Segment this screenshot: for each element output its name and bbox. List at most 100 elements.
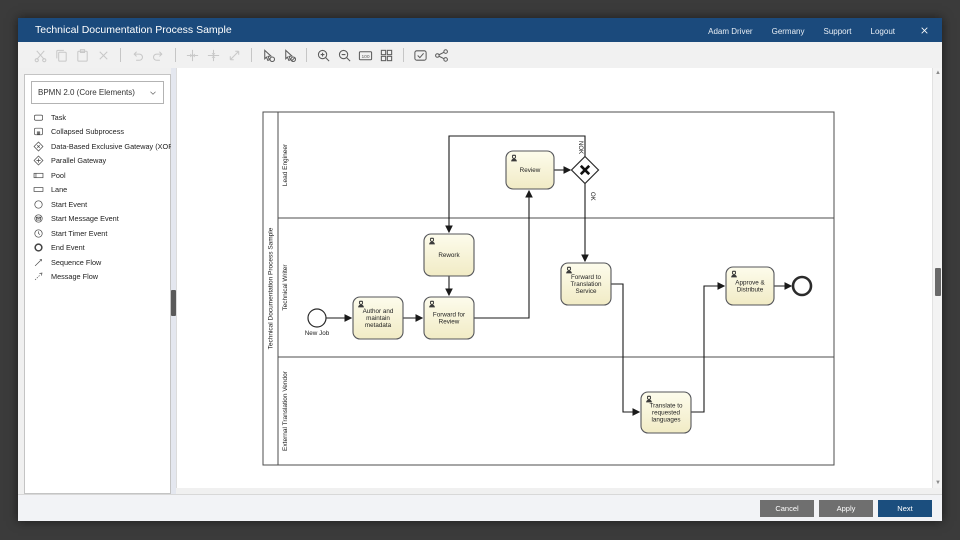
svg-text:maintain: maintain — [366, 315, 390, 322]
palette-item-label: Start Event — [51, 200, 87, 209]
sequence-flow[interactable] — [474, 191, 529, 318]
sequence-flow[interactable] — [691, 286, 724, 412]
toolbar-separator — [251, 48, 252, 62]
palette-item-label: Data-Based Exclusive Gateway (XOR) — [51, 142, 176, 151]
lane-label: Lead Engineer — [282, 143, 289, 186]
sequence-flow[interactable] — [611, 284, 639, 412]
start-message-event-icon — [33, 213, 44, 224]
scroll-up-icon[interactable]: ▲ — [933, 68, 943, 78]
zoom-in-icon[interactable] — [314, 46, 333, 65]
start-timer-event-icon — [33, 228, 44, 239]
svg-text:100: 100 — [361, 53, 369, 59]
bpmn-task[interactable]: Approve &Distribute — [726, 267, 774, 305]
zoom-fit-icon[interactable] — [377, 46, 396, 65]
align-vertical-icon — [204, 46, 223, 65]
scroll-down-icon[interactable]: ▼ — [933, 478, 943, 488]
svg-text:Author and: Author and — [363, 308, 394, 315]
close-icon[interactable] — [914, 22, 934, 38]
palette-item-pool[interactable]: Pool — [25, 168, 170, 183]
shape-set-dropdown[interactable]: BPMN 2.0 (Core Elements) — [31, 81, 164, 104]
titlebar-link-logout[interactable]: Logout — [871, 27, 895, 36]
task-icon — [33, 112, 44, 123]
end-event-icon — [33, 242, 44, 253]
message-flow-icon — [33, 271, 44, 282]
chevron-down-icon — [149, 89, 157, 97]
delete-icon — [94, 46, 113, 65]
palette-item-task[interactable]: Task — [25, 110, 170, 125]
titlebar-link-adam-driver[interactable]: Adam Driver — [708, 27, 752, 36]
footer-bar: Cancel Apply Next — [18, 494, 942, 521]
window-title: Technical Documentation Process Sample — [35, 24, 232, 36]
svg-text:Forward to: Forward to — [571, 274, 602, 281]
pointer-snap-icon[interactable] — [259, 46, 278, 65]
diagram-canvas[interactable]: Technical Documentation Process Sample Le… — [176, 68, 933, 488]
parallel-gateway-icon — [33, 155, 44, 166]
palette-item-label: Message Flow — [51, 272, 98, 281]
bpmn-task[interactable]: Forward forReview — [424, 297, 474, 339]
pool-label: Technical Documentation Process Sample — [268, 227, 275, 349]
palette-item-collapsed-subprocess[interactable]: Collapsed Subprocess — [25, 125, 170, 140]
scrollbar-thumb[interactable] — [935, 268, 941, 296]
bpmn-start-event[interactable]: New Job — [305, 309, 330, 337]
bpmn-task[interactable]: Forward toTranslationService — [561, 263, 611, 305]
svg-text:Rework: Rework — [438, 252, 460, 259]
palette-list: Task Collapsed Subprocess Data-Based Exclu… — [25, 110, 170, 284]
bpmn-task[interactable]: Translate torequestedlanguages — [641, 392, 691, 433]
apply-button[interactable]: Apply — [819, 500, 873, 517]
titlebar-link-support[interactable]: Support — [824, 27, 852, 36]
palette-item-label: Parallel Gateway — [51, 156, 106, 165]
pointer-connect-icon[interactable] — [280, 46, 299, 65]
palette-item-label: Start Timer Event — [51, 229, 107, 238]
bpmn-end-event[interactable] — [793, 277, 811, 295]
svg-text:Approve &: Approve & — [735, 280, 765, 287]
lane-label: Technical Writer — [282, 264, 289, 311]
lane-label: External Translation Vendor — [282, 370, 289, 451]
bpmn-task[interactable]: Review — [506, 151, 554, 189]
titlebar: Technical Documentation Process Sample A… — [18, 18, 942, 42]
align-horizontal-icon — [183, 46, 202, 65]
svg-text:Review: Review — [439, 319, 460, 326]
palette-item-label: Lane — [51, 185, 67, 194]
palette-item-xor-gateway[interactable]: Data-Based Exclusive Gateway (XOR) — [25, 139, 170, 154]
palette-item-start-message-event[interactable]: Start Message Event — [25, 212, 170, 227]
canvas-vertical-scrollbar[interactable]: ▲ ▼ — [932, 68, 942, 488]
resize-icon — [225, 46, 244, 65]
palette-item-sequence-flow[interactable]: Sequence Flow — [25, 255, 170, 270]
copy-icon — [52, 46, 71, 65]
palette-item-label: End Event — [51, 243, 85, 252]
palette-item-start-timer-event[interactable]: Start Timer Event — [25, 226, 170, 241]
svg-text:New Job: New Job — [305, 330, 330, 337]
undo-icon — [128, 46, 147, 65]
palette-item-message-flow[interactable]: Message Flow — [25, 270, 170, 285]
app-window: Technical Documentation Process Sample A… — [18, 18, 942, 521]
svg-text:Forward for: Forward for — [433, 312, 465, 319]
collapsed-subprocess-icon — [33, 126, 44, 137]
start-event-icon — [33, 199, 44, 210]
zoom-out-icon[interactable] — [335, 46, 354, 65]
next-button[interactable]: Next — [878, 500, 932, 517]
svg-text:Translate to: Translate to — [649, 403, 683, 410]
bpmn-task[interactable]: Rework — [424, 234, 474, 276]
bpmn-xor-gateway[interactable] — [572, 157, 599, 184]
titlebar-link-germany[interactable]: Germany — [772, 27, 805, 36]
svg-text:Translation: Translation — [571, 281, 602, 288]
validate-icon[interactable] — [411, 46, 430, 65]
svg-text:languages: languages — [651, 417, 680, 424]
redo-icon — [149, 46, 168, 65]
page-background: Technical Documentation Process Sample A… — [0, 0, 960, 540]
toolbar: 100 — [18, 42, 942, 68]
svg-text:requested: requested — [652, 410, 681, 417]
bpmn-task[interactable]: Author andmaintainmetadata — [353, 297, 403, 339]
cancel-button[interactable]: Cancel — [760, 500, 814, 517]
flow-label: NOK — [577, 141, 583, 154]
palette-item-start-event[interactable]: Start Event — [25, 197, 170, 212]
titlebar-links: Adam Driver Germany Support Logout — [708, 21, 914, 39]
palette-item-parallel-gateway[interactable]: Parallel Gateway — [25, 154, 170, 169]
palette-item-lane[interactable]: Lane — [25, 183, 170, 198]
svg-text:Review: Review — [520, 167, 541, 174]
share-icon[interactable] — [432, 46, 451, 65]
palette-item-end-event[interactable]: End Event — [25, 241, 170, 256]
zoom-100-icon[interactable]: 100 — [356, 46, 375, 65]
palette-item-label: Task — [51, 113, 66, 122]
palette-item-label: Collapsed Subprocess — [51, 127, 124, 136]
